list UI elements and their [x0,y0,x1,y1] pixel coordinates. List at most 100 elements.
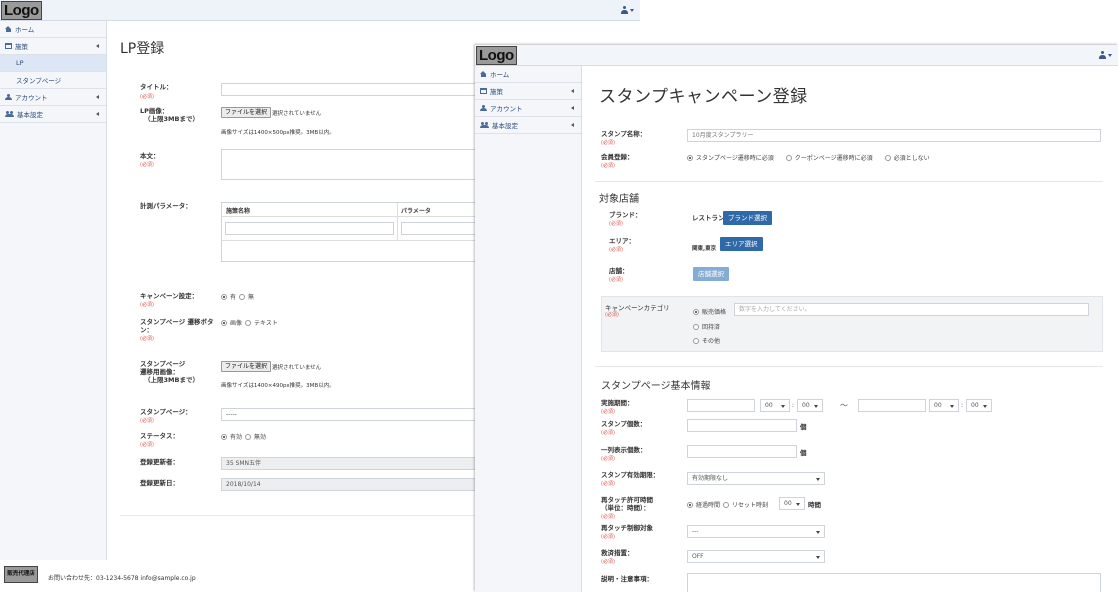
sidebar-item-label: 施策 [15,43,28,51]
required-mark: (必須) [609,277,623,283]
stamp-button-radio-text[interactable] [245,319,252,326]
user-icon [5,94,12,100]
chevron-left-icon [571,123,574,127]
sidebar-item-account[interactable]: アカウント [0,89,106,106]
stamp-count-label: スタンプ個数： [601,420,647,428]
expiry-select[interactable]: 有効期限なし [687,472,825,485]
store-select-button[interactable]: 店舗選択 [693,267,729,281]
area-label: エリア： [609,237,635,245]
sidebar-item-home[interactable]: ホーム [475,66,581,83]
chevron-left-icon [96,44,99,48]
sidebar-item-basic-settings[interactable]: 基本設定 [0,106,106,123]
required-mark: (必須) [601,163,615,169]
category-radio-other-option[interactable] [693,337,699,344]
sidebar-item-label: LP [16,59,24,67]
retouch-radio-reset[interactable] [723,501,730,508]
brand-select-button[interactable]: ブランド選択 [723,211,772,225]
row-count-input[interactable] [687,445,797,458]
member-label: 会員登録： [601,153,634,161]
chevron-left-icon [96,95,99,99]
colon-separator: : [792,402,795,409]
radio-label: クーポンページ遷移時に必須 [794,155,873,162]
retouch-hour-unit: 時間 [808,501,821,509]
period-start-date[interactable] [687,399,755,412]
main-content: スタンプキャンペーン登録 スタンプ名称： (必須) 10月度スタンプラリー 会員… [583,66,1118,592]
radio-label: 無効 [254,434,267,441]
campaign-radio-yes[interactable] [221,293,227,300]
top-bar: Logo [0,0,640,21]
colon-separator: : [961,402,964,409]
footer-logo: 販売代理店 [4,566,38,583]
params-col-name: 施策名称 [226,208,251,215]
page-title: スタンプキャンペーン登録 [599,87,808,107]
period-label: 実施期間： [601,399,634,407]
category-radio-sale-price[interactable] [693,308,699,315]
member-radio-stamp[interactable] [687,154,693,161]
stamp-image-limit: （上限3MBまで） [144,376,199,384]
stamp-page-label: スタンプページ： [140,408,192,416]
category-price-input[interactable]: 数字を入力してください。 [734,303,1089,316]
required-mark: (必須) [140,302,154,308]
lp-image-file-button[interactable]: ファイルを選択 [221,107,272,118]
sidebar-item-measures[interactable]: 施策 [475,83,581,100]
sidebar-item-account[interactable]: アカウント [475,100,581,117]
notes-textarea[interactable] [687,573,1101,592]
period-end-date[interactable] [858,399,926,412]
category-radio-option-2[interactable] [693,323,699,330]
box-icon [480,88,487,94]
logo[interactable]: Logo [1,1,42,20]
stamp-image-hint: 画像サイズは1400×490px推奨。3MB以内。 [221,383,335,389]
stamp-button-radio-image[interactable] [221,319,227,326]
retouch-radio-elapsed[interactable] [687,501,693,508]
stamp-count-input[interactable] [687,419,797,432]
required-mark: (必須) [601,430,615,436]
updater-label: 登録更新者： [140,458,179,466]
user-menu[interactable] [621,6,634,14]
params-col-param: パラメータ [401,208,431,215]
stamp-name-input[interactable]: 10月度スタンプラリー [687,129,1101,142]
period-tilde: ～ [840,401,848,410]
radio-label: スタンプページ遷移時に必須 [696,155,774,162]
stamp-image-no-file: 選択されていません [272,365,322,371]
member-radio-coupon[interactable] [785,154,792,161]
sidebar: ホーム 施策 アカウント 基本設定 [475,66,582,592]
status-radio-active[interactable] [221,433,227,440]
footer-contact: お問い合わせ先：03-1234-5678 info@sample.co.jp [48,575,196,582]
sidebar-item-label: 施策 [490,88,503,96]
retouch-target-select[interactable]: --- [687,525,825,538]
stamp-count-unit: 個 [800,423,807,431]
sidebar-item-stamp-page[interactable]: スタンプページ [0,72,106,89]
retouch-hour-select[interactable]: 00 [779,497,805,510]
retouch-target-label: 再タッチ制御対象 [601,524,653,532]
sidebar-item-lp[interactable]: LP [0,55,106,72]
period-end-min[interactable]: 00 [966,399,992,412]
stamp-image-label: スタンプページ [140,360,186,368]
user-menu[interactable] [1099,51,1112,59]
period-start-min[interactable]: 00 [797,399,823,412]
period-start-hour[interactable]: 00 [760,399,790,412]
logo[interactable]: Logo [476,46,517,65]
stamp-image-file-button[interactable]: ファイルを選択 [221,361,272,372]
sidebar-item-measures[interactable]: 施策 [0,38,106,55]
area-select-button[interactable]: エリア選択 [720,237,763,251]
campaign-radio-no[interactable] [239,293,246,300]
stamp-button-radio-group: 画像 テキスト [221,318,278,327]
required-mark: (必須) [601,559,615,565]
required-mark: (必須) [605,312,619,318]
top-bar: Logo [475,45,1118,66]
lp-image-limit: （上限3MBまで） [144,115,199,123]
sidebar-item-basic-settings[interactable]: 基本設定 [475,117,581,134]
target-stores-heading: 対象店舗 [599,194,639,205]
home-icon [5,26,12,32]
sidebar-item-home[interactable]: ホーム [0,21,106,38]
member-radio-group: スタンプページ遷移時に必須 クーポンページ遷移時に必須 必須としない [687,153,930,162]
user-icon [480,105,487,111]
expiry-label: スタンプ有効期限： [601,471,660,479]
retouch-radio-group: 経過時間 リセット時刻 [687,500,768,509]
params-name-input[interactable] [225,222,394,235]
rescue-select[interactable]: OFF [687,550,825,563]
period-end-hour[interactable]: 00 [929,399,959,412]
rescue-label: 救済措置： [601,549,634,557]
status-radio-inactive[interactable] [245,433,252,440]
member-radio-none[interactable] [884,154,891,161]
